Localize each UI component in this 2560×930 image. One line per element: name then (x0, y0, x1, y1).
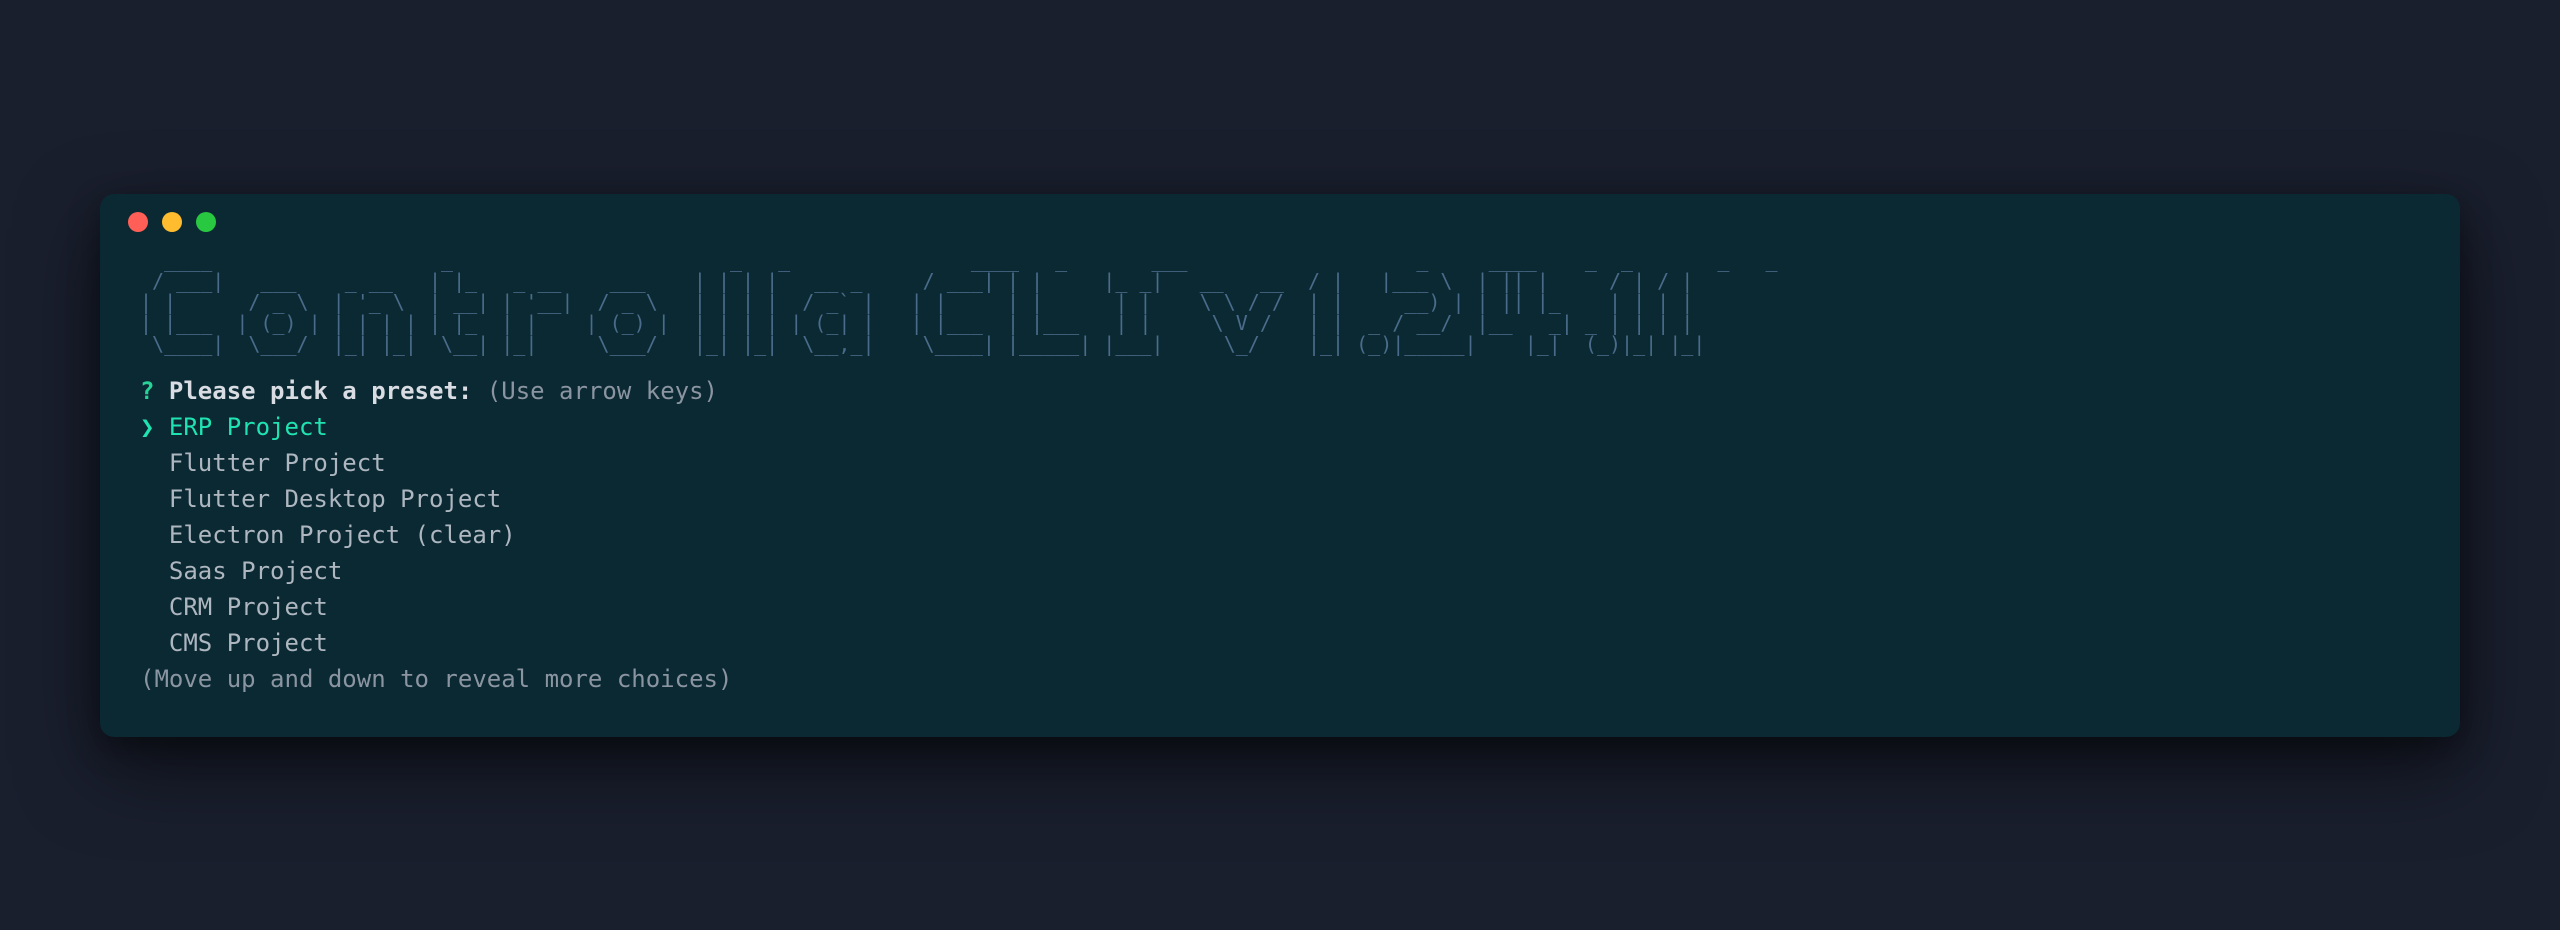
preset-option[interactable]: Flutter Desktop Project (140, 485, 501, 513)
pointer-icon: ❯ (140, 413, 154, 441)
preset-option[interactable]: Saas Project (140, 557, 342, 585)
terminal-window: ____ _ _ _ ____ _ ___ _ ____ _ _ _ _ / _… (100, 194, 2460, 737)
option-label: Flutter Desktop Project (169, 485, 501, 513)
preset-option[interactable]: Electron Project (clear) (140, 521, 516, 549)
preset-option[interactable]: CRM Project (140, 593, 328, 621)
preset-option[interactable]: Flutter Project (140, 449, 386, 477)
prompt-text: Please pick a preset: (169, 377, 472, 405)
question-mark-icon: ? (140, 377, 154, 405)
option-label: Saas Project (169, 557, 342, 585)
preset-option-selected[interactable]: ❯ ERP Project (140, 413, 328, 441)
option-label: Electron Project (clear) (169, 521, 516, 549)
option-label: CMS Project (169, 629, 328, 657)
prompt-hint: (Use arrow keys) (487, 377, 718, 405)
option-label: CRM Project (169, 593, 328, 621)
more-choices-hint: (Move up and down to reveal more choices… (140, 665, 732, 693)
cli-prompt[interactable]: ? Please pick a preset: (Use arrow keys)… (140, 373, 2420, 697)
ascii-banner: ____ _ _ _ ____ _ ___ _ ____ _ _ _ _ / _… (140, 250, 2420, 355)
window-titlebar (100, 194, 2460, 250)
preset-option[interactable]: CMS Project (140, 629, 328, 657)
option-label: ERP Project (169, 413, 328, 441)
window-minimize-button[interactable] (162, 212, 182, 232)
window-close-button[interactable] (128, 212, 148, 232)
option-label: Flutter Project (169, 449, 386, 477)
terminal-body[interactable]: ____ _ _ _ ____ _ ___ _ ____ _ _ _ _ / _… (100, 250, 2460, 737)
window-maximize-button[interactable] (196, 212, 216, 232)
